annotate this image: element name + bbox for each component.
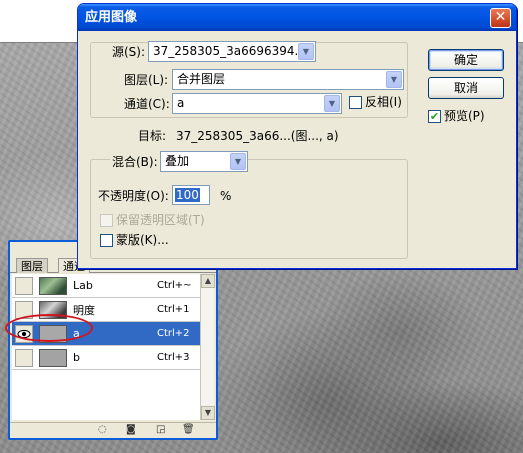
channel-name: b (73, 351, 80, 364)
cancel-button[interactable]: 取消 (428, 77, 504, 99)
preserve-transparency-checkbox[interactable] (100, 214, 113, 227)
channel-list: Lab Ctrl+~ 明度 Ctrl+1 a Ctrl+2 b Ctrl+3 (12, 274, 200, 420)
layer-label: 图层(L): (124, 73, 169, 87)
load-selection-icon[interactable]: ◌ (98, 424, 107, 436)
scroll-up-icon[interactable]: ▲ (201, 274, 215, 288)
apply-image-dialog: 应用图像 ✕ 源(S): 37_258305_3a6696394... ▼ 图层… (77, 3, 517, 269)
source-label: 源(S): (112, 45, 146, 59)
scroll-down-icon[interactable]: ▼ (201, 406, 215, 420)
ok-button[interactable]: 确定 (428, 49, 504, 71)
opacity-unit: % (220, 189, 232, 203)
blending-select[interactable]: 叠加 ▼ (160, 151, 248, 172)
opacity-label: 不透明度(O): (98, 189, 169, 203)
opacity-input[interactable]: 100 (172, 185, 210, 205)
chevron-down-icon[interactable]: ▼ (386, 71, 402, 88)
channel-label: 通道(C): (124, 97, 170, 111)
target-label: 目标: (138, 129, 167, 143)
opacity-value: 100 (175, 188, 200, 202)
dialog-titlebar[interactable]: 应用图像 ✕ (78, 4, 516, 31)
channel-name: Lab (73, 279, 93, 292)
highlight-ellipse (5, 314, 93, 342)
channel-shortcut: Ctrl+~ (157, 280, 192, 291)
preserve-transparency-label: 保留透明区域(T) (116, 213, 205, 227)
visibility-toggle[interactable] (15, 348, 33, 367)
tab-layers[interactable]: 图层 (16, 258, 48, 273)
trash-icon[interactable]: 🗑 (182, 424, 195, 436)
source-value: 37_258305_3a6696394... (153, 44, 306, 58)
chevron-down-icon[interactable]: ▼ (230, 153, 246, 170)
visibility-toggle[interactable] (15, 276, 33, 295)
channel-shortcut: Ctrl+1 (157, 304, 190, 315)
target-value: 37_258305_3a66...(图..., a) (176, 129, 339, 143)
layer-select[interactable]: 合并图层 ▼ (172, 69, 404, 90)
mask-label[interactable]: 蒙版(K)... (116, 232, 169, 248)
invert-label[interactable]: 反相(I) (365, 94, 402, 110)
channel-shortcut: Ctrl+2 (157, 328, 190, 339)
invert-checkbox[interactable] (349, 96, 362, 109)
channel-thumbnail (39, 348, 67, 367)
channel-value: a (177, 96, 185, 110)
mask-checkbox[interactable] (100, 234, 113, 247)
save-selection-icon[interactable]: ◙ (126, 424, 136, 436)
layer-value: 合并图层 (177, 72, 226, 86)
channel-list-scrollbar[interactable]: ▲ ▼ (200, 274, 215, 420)
channel-thumbnail (39, 276, 67, 295)
blending-label: 混合(B): (110, 154, 160, 170)
channel-select[interactable]: a ▼ (172, 93, 342, 114)
palette-footer: ◌ ◙ ◲ 🗑 (10, 422, 216, 438)
dialog-title: 应用图像 (85, 10, 138, 25)
source-select[interactable]: 37_258305_3a6696394... ▼ (148, 41, 316, 62)
chevron-down-icon[interactable]: ▼ (324, 95, 340, 112)
blending-value: 叠加 (165, 154, 190, 168)
chevron-down-icon[interactable]: ▼ (298, 43, 314, 60)
close-icon[interactable]: ✕ (490, 8, 511, 28)
new-channel-icon[interactable]: ◲ (156, 424, 165, 436)
channel-name: 明度 (73, 303, 95, 317)
channel-row-b[interactable]: b Ctrl+3 (12, 346, 200, 370)
channel-shortcut: Ctrl+3 (157, 352, 190, 363)
preview-label[interactable]: 预览(P) (444, 108, 485, 124)
preview-checkbox[interactable]: ✔ (428, 110, 441, 123)
channel-row-lab[interactable]: Lab Ctrl+~ (12, 274, 200, 298)
